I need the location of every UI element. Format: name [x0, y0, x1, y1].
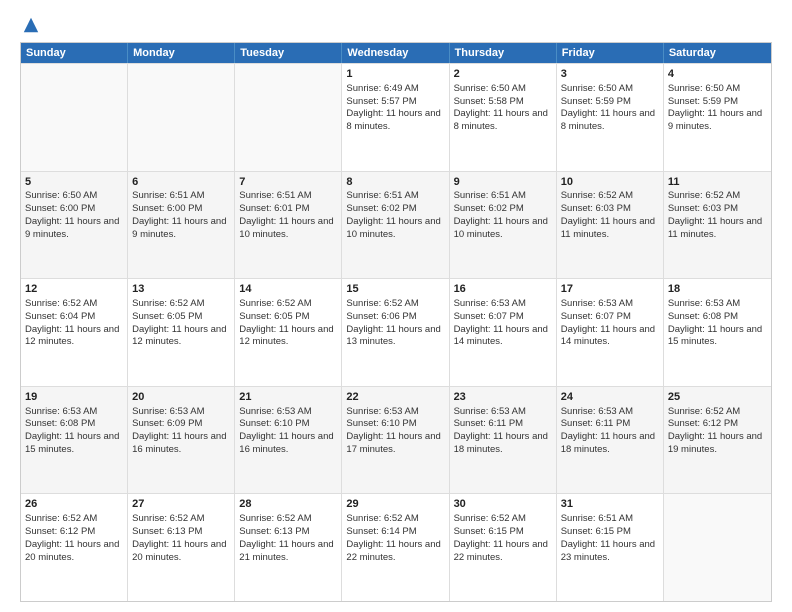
- day-number: 4: [668, 67, 767, 82]
- day-25: 25Sunrise: 6:52 AMSunset: 6:12 PMDayligh…: [664, 387, 771, 494]
- day-number: 30: [454, 497, 552, 512]
- day-number: 21: [239, 390, 337, 405]
- day-18: 18Sunrise: 6:53 AMSunset: 6:08 PMDayligh…: [664, 279, 771, 386]
- day-10: 10Sunrise: 6:52 AMSunset: 6:03 PMDayligh…: [557, 172, 664, 279]
- day-7: 7Sunrise: 6:51 AMSunset: 6:01 PMDaylight…: [235, 172, 342, 279]
- day-6: 6Sunrise: 6:51 AMSunset: 6:00 PMDaylight…: [128, 172, 235, 279]
- day-27: 27Sunrise: 6:52 AMSunset: 6:13 PMDayligh…: [128, 494, 235, 601]
- header-saturday: Saturday: [664, 43, 771, 63]
- header-thursday: Thursday: [450, 43, 557, 63]
- day-number: 25: [668, 390, 767, 405]
- header-friday: Friday: [557, 43, 664, 63]
- day-13: 13Sunrise: 6:52 AMSunset: 6:05 PMDayligh…: [128, 279, 235, 386]
- day-number: 5: [25, 175, 123, 190]
- week-row-2: 5Sunrise: 6:50 AMSunset: 6:00 PMDaylight…: [21, 171, 771, 279]
- day-number: 22: [346, 390, 444, 405]
- day-29: 29Sunrise: 6:52 AMSunset: 6:14 PMDayligh…: [342, 494, 449, 601]
- day-9: 9Sunrise: 6:51 AMSunset: 6:02 PMDaylight…: [450, 172, 557, 279]
- day-31: 31Sunrise: 6:51 AMSunset: 6:15 PMDayligh…: [557, 494, 664, 601]
- day-number: 31: [561, 497, 659, 512]
- day-30: 30Sunrise: 6:52 AMSunset: 6:15 PMDayligh…: [450, 494, 557, 601]
- empty-cell-0-0: [21, 64, 128, 171]
- header-tuesday: Tuesday: [235, 43, 342, 63]
- day-28: 28Sunrise: 6:52 AMSunset: 6:13 PMDayligh…: [235, 494, 342, 601]
- day-number: 1: [346, 67, 444, 82]
- day-1: 1Sunrise: 6:49 AMSunset: 5:57 PMDaylight…: [342, 64, 449, 171]
- day-3: 3Sunrise: 6:50 AMSunset: 5:59 PMDaylight…: [557, 64, 664, 171]
- day-number: 24: [561, 390, 659, 405]
- day-number: 10: [561, 175, 659, 190]
- calendar-body: 1Sunrise: 6:49 AMSunset: 5:57 PMDaylight…: [21, 63, 771, 601]
- day-number: 3: [561, 67, 659, 82]
- day-number: 20: [132, 390, 230, 405]
- day-22: 22Sunrise: 6:53 AMSunset: 6:10 PMDayligh…: [342, 387, 449, 494]
- header-sunday: Sunday: [21, 43, 128, 63]
- header-monday: Monday: [128, 43, 235, 63]
- day-19: 19Sunrise: 6:53 AMSunset: 6:08 PMDayligh…: [21, 387, 128, 494]
- logo-text: [20, 16, 40, 34]
- day-number: 17: [561, 282, 659, 297]
- day-number: 15: [346, 282, 444, 297]
- calendar-header: Sunday Monday Tuesday Wednesday Thursday…: [21, 43, 771, 63]
- day-number: 18: [668, 282, 767, 297]
- day-number: 8: [346, 175, 444, 190]
- empty-cell-4-6: [664, 494, 771, 601]
- day-number: 13: [132, 282, 230, 297]
- day-21: 21Sunrise: 6:53 AMSunset: 6:10 PMDayligh…: [235, 387, 342, 494]
- header-wednesday: Wednesday: [342, 43, 449, 63]
- day-5: 5Sunrise: 6:50 AMSunset: 6:00 PMDaylight…: [21, 172, 128, 279]
- day-number: 9: [454, 175, 552, 190]
- day-number: 26: [25, 497, 123, 512]
- day-number: 2: [454, 67, 552, 82]
- empty-cell-0-1: [128, 64, 235, 171]
- calendar: Sunday Monday Tuesday Wednesday Thursday…: [20, 42, 772, 602]
- day-number: 12: [25, 282, 123, 297]
- day-23: 23Sunrise: 6:53 AMSunset: 6:11 PMDayligh…: [450, 387, 557, 494]
- day-11: 11Sunrise: 6:52 AMSunset: 6:03 PMDayligh…: [664, 172, 771, 279]
- day-15: 15Sunrise: 6:52 AMSunset: 6:06 PMDayligh…: [342, 279, 449, 386]
- day-number: 6: [132, 175, 230, 190]
- week-row-5: 26Sunrise: 6:52 AMSunset: 6:12 PMDayligh…: [21, 493, 771, 601]
- day-12: 12Sunrise: 6:52 AMSunset: 6:04 PMDayligh…: [21, 279, 128, 386]
- page: Sunday Monday Tuesday Wednesday Thursday…: [0, 0, 792, 612]
- day-17: 17Sunrise: 6:53 AMSunset: 6:07 PMDayligh…: [557, 279, 664, 386]
- day-20: 20Sunrise: 6:53 AMSunset: 6:09 PMDayligh…: [128, 387, 235, 494]
- day-number: 7: [239, 175, 337, 190]
- day-24: 24Sunrise: 6:53 AMSunset: 6:11 PMDayligh…: [557, 387, 664, 494]
- day-number: 16: [454, 282, 552, 297]
- day-number: 19: [25, 390, 123, 405]
- day-number: 23: [454, 390, 552, 405]
- day-16: 16Sunrise: 6:53 AMSunset: 6:07 PMDayligh…: [450, 279, 557, 386]
- day-number: 29: [346, 497, 444, 512]
- week-row-4: 19Sunrise: 6:53 AMSunset: 6:08 PMDayligh…: [21, 386, 771, 494]
- day-8: 8Sunrise: 6:51 AMSunset: 6:02 PMDaylight…: [342, 172, 449, 279]
- day-2: 2Sunrise: 6:50 AMSunset: 5:58 PMDaylight…: [450, 64, 557, 171]
- day-4: 4Sunrise: 6:50 AMSunset: 5:59 PMDaylight…: [664, 64, 771, 171]
- day-26: 26Sunrise: 6:52 AMSunset: 6:12 PMDayligh…: [21, 494, 128, 601]
- day-number: 14: [239, 282, 337, 297]
- header: [20, 16, 772, 34]
- day-number: 28: [239, 497, 337, 512]
- day-number: 11: [668, 175, 767, 190]
- logo: [20, 16, 40, 34]
- day-number: 27: [132, 497, 230, 512]
- empty-cell-0-2: [235, 64, 342, 171]
- week-row-3: 12Sunrise: 6:52 AMSunset: 6:04 PMDayligh…: [21, 278, 771, 386]
- day-14: 14Sunrise: 6:52 AMSunset: 6:05 PMDayligh…: [235, 279, 342, 386]
- logo-icon: [22, 16, 40, 34]
- week-row-1: 1Sunrise: 6:49 AMSunset: 5:57 PMDaylight…: [21, 63, 771, 171]
